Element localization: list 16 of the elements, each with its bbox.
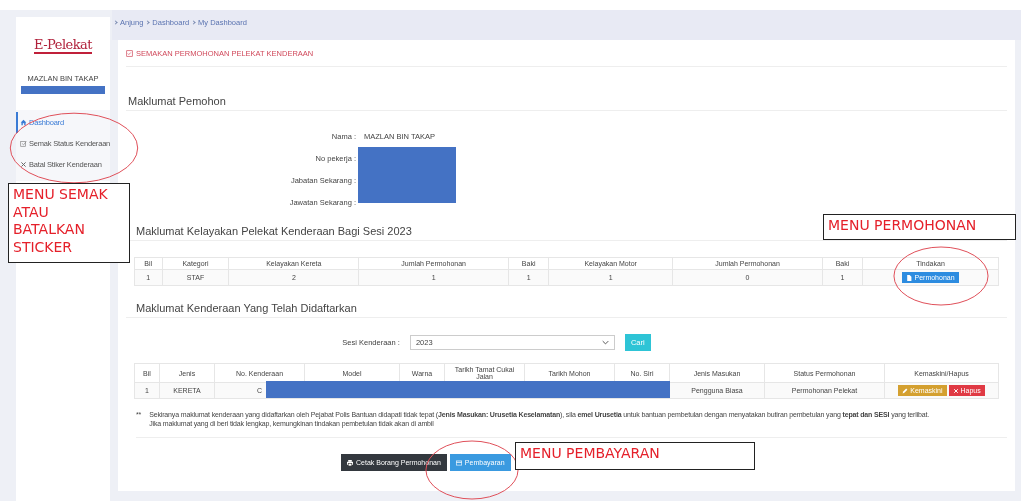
checkbox-icon xyxy=(20,140,27,147)
pencil-icon xyxy=(902,387,909,394)
home-icon xyxy=(20,119,27,126)
document-icon xyxy=(906,274,913,281)
printer-icon xyxy=(347,459,353,466)
logo: E-Pelekat xyxy=(33,37,93,54)
card-icon xyxy=(455,459,462,466)
annotation-callout: MENU PEMBAYARAN xyxy=(515,442,755,470)
close-icon xyxy=(20,161,27,168)
checklist-icon xyxy=(126,49,133,57)
chevron-down-icon xyxy=(601,340,609,345)
section-title: Maklumat Pemohon xyxy=(126,95,1007,111)
section-title: Maklumat Kenderaan Yang Telah Didaftarkan xyxy=(126,302,1007,318)
annotation-callout: MENU PERMOHONAN xyxy=(823,214,1016,240)
close-icon xyxy=(952,387,959,394)
annotation-callout: MENU SEMAK ATAU BATALKAN STICKER xyxy=(8,183,130,263)
